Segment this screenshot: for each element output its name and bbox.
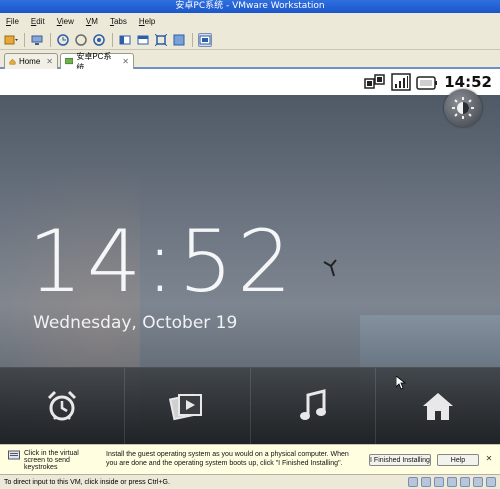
window-title: 安卓PC系统 - VMware Workstation [175, 1, 325, 11]
menu-vm[interactable]: VM [86, 17, 98, 26]
hdd-icon[interactable] [408, 477, 418, 487]
status-time: 14:52 [444, 73, 492, 91]
dock-alarm-button[interactable] [0, 368, 126, 444]
network-icon [364, 74, 385, 89]
fullscreen-icon[interactable] [154, 33, 168, 47]
keystroke-hint: Click in the virtual screen to send keys… [8, 450, 100, 471]
revert-icon[interactable] [74, 33, 88, 47]
dock-gallery-button[interactable] [125, 368, 251, 444]
alarm-clock-icon [48, 390, 77, 421]
vm-icon [65, 57, 74, 65]
keyboard-icon [8, 450, 20, 460]
app-dock [0, 367, 500, 444]
keystroke-hint-text: Click in the virtual screen to send keys… [24, 450, 79, 471]
gallery-icon [169, 393, 203, 421]
close-tab-icon[interactable]: ✕ [46, 57, 53, 66]
toolbar-separator [192, 32, 193, 47]
toolbar-separator [24, 32, 25, 47]
home-icon [9, 58, 16, 65]
install-hint-text: Install the guest operating system as yo… [106, 451, 349, 467]
lock-date: Wednesday, October 19 [33, 313, 238, 333]
usb-icon[interactable] [460, 477, 470, 487]
menu-bar: File Edit View VM Tabs Help [0, 13, 500, 30]
window-title-bar: 安卓PC系统 - VMware Workstation [0, 0, 500, 13]
cdrom-icon[interactable] [421, 477, 431, 487]
mouse-cursor-icon [396, 376, 406, 390]
close-hint-icon[interactable]: ✕ [484, 454, 494, 464]
snapshot-icon[interactable] [56, 33, 70, 47]
manage-snapshots-icon[interactable] [92, 33, 106, 47]
install-hint-bar: Click in the virtual screen to send keys… [0, 444, 500, 474]
sidebar-icon[interactable] [118, 33, 132, 47]
status-text: To direct input to this VM, click inside… [4, 478, 170, 486]
network-adapter-icon[interactable] [447, 477, 457, 487]
battery-charging-icon [416, 76, 438, 90]
unity-icon[interactable] [172, 33, 186, 47]
lock-clock: 14:52 [28, 212, 296, 312]
menu-help[interactable]: Help [139, 17, 155, 26]
tab-bar: Home ✕ 安卓PC系统 ✕ [0, 50, 500, 72]
floppy-icon[interactable] [434, 477, 444, 487]
status-bar: To direct input to this VM, click inside… [0, 474, 500, 489]
finished-installing-button[interactable]: I Finished Installing [369, 454, 431, 466]
quick-switch-icon[interactable] [136, 33, 150, 47]
toolbar-separator [50, 32, 51, 47]
device-status-icons [405, 477, 496, 487]
android-status-bar: 14:52 [0, 69, 500, 95]
sun-icon [452, 97, 474, 119]
menu-edit[interactable]: Edit [31, 17, 45, 26]
bird-image [323, 259, 337, 277]
close-tab-icon[interactable]: ✕ [122, 57, 129, 66]
dock-home-button[interactable] [376, 368, 500, 444]
tab-home-label: Home [18, 57, 41, 66]
vm-screen[interactable]: 14:52 14:52 Wednesday, October 19 [0, 69, 500, 444]
brightness-settings-button[interactable] [444, 89, 482, 127]
tab-vm[interactable]: 安卓PC系统 ✕ [60, 52, 134, 72]
signal-icon [391, 73, 411, 91]
power-on-icon[interactable] [4, 33, 18, 47]
help-button[interactable]: Help [437, 454, 479, 466]
sound-icon[interactable] [473, 477, 483, 487]
toolbar-separator [112, 32, 113, 47]
toolbar [0, 30, 500, 50]
menu-view[interactable]: View [57, 17, 74, 26]
menu-file[interactable]: File [6, 17, 19, 26]
tab-home[interactable]: Home ✕ [4, 53, 58, 69]
menu-tabs[interactable]: Tabs [110, 17, 127, 26]
message-icon[interactable] [486, 477, 496, 487]
console-view-icon[interactable] [198, 32, 212, 47]
dock-music-button[interactable] [251, 368, 376, 444]
home-icon [422, 393, 453, 420]
music-icon [299, 389, 326, 420]
network-icon[interactable] [30, 33, 44, 47]
